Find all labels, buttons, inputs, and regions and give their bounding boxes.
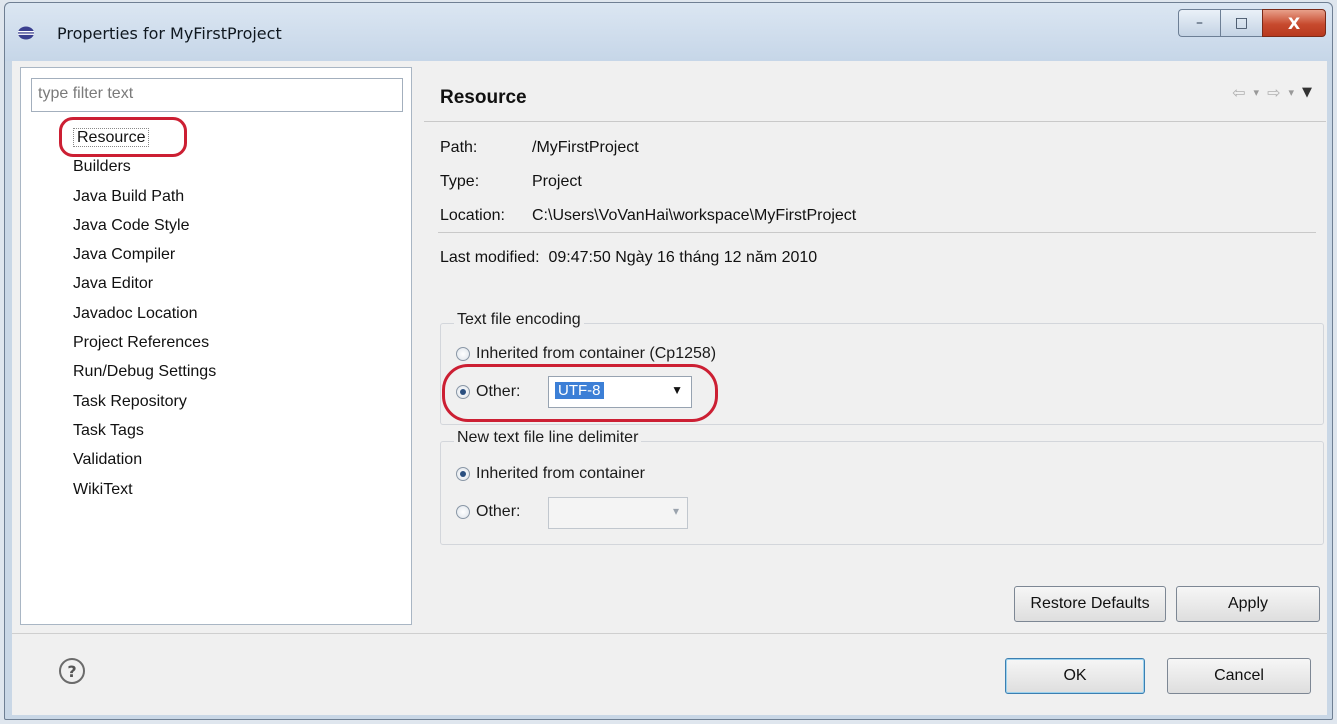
property-tree-pane: type filter text Resource Builders Java … bbox=[20, 67, 412, 625]
tree-item-javadoc-location[interactable]: Javadoc Location bbox=[73, 299, 216, 328]
type-value: Project bbox=[532, 173, 582, 190]
resource-highlight-annotation bbox=[59, 117, 187, 157]
filter-input[interactable]: type filter text bbox=[31, 78, 403, 112]
path-row: Path: /MyFirstProject bbox=[440, 139, 639, 157]
back-arrow-icon[interactable]: ⇦ bbox=[1232, 83, 1245, 102]
title-separator bbox=[424, 121, 1326, 122]
help-icon[interactable]: ? bbox=[59, 658, 85, 684]
radio-icon bbox=[456, 505, 470, 519]
cancel-button[interactable]: Cancel bbox=[1167, 658, 1311, 694]
maximize-button[interactable]: □ bbox=[1220, 9, 1262, 37]
tree-item-run-debug-settings[interactable]: Run/Debug Settings bbox=[73, 357, 216, 386]
ok-button[interactable]: OK bbox=[1005, 658, 1145, 694]
encoding-group-title: Text file encoding bbox=[454, 311, 584, 329]
tree-item-task-repository[interactable]: Task Repository bbox=[73, 387, 216, 416]
tree-item-java-code-style[interactable]: Java Code Style bbox=[73, 211, 216, 240]
minimize-button[interactable]: – bbox=[1178, 9, 1220, 37]
delimiter-combo[interactable]: ▾ bbox=[548, 497, 688, 529]
location-row: Location: C:\Users\VoVanHai\workspace\MyF… bbox=[440, 207, 856, 225]
delimiter-group-title: New text file line delimiter bbox=[454, 429, 642, 447]
encoding-inherited-label: Inherited from container (Cp1258) bbox=[476, 345, 717, 362]
tree-item-java-editor[interactable]: Java Editor bbox=[73, 269, 216, 298]
delimiter-other-radio[interactable]: Other: bbox=[456, 503, 520, 521]
delimiter-inherited-radio[interactable]: Inherited from container bbox=[456, 465, 645, 483]
tree-item-task-tags[interactable]: Task Tags bbox=[73, 416, 216, 445]
close-button[interactable]: X bbox=[1262, 9, 1326, 37]
tree-item-wikitext[interactable]: WikiText bbox=[73, 475, 216, 504]
radio-selected-icon bbox=[456, 467, 470, 481]
modified-label: Last modified: bbox=[440, 249, 540, 266]
restore-defaults-button[interactable]: Restore Defaults bbox=[1014, 586, 1166, 622]
tree-item-validation[interactable]: Validation bbox=[73, 445, 216, 474]
properties-dialog: Properties for MyFirstProject – □ X type… bbox=[4, 2, 1333, 720]
view-menu-icon[interactable]: ▼ bbox=[1302, 85, 1312, 100]
back-dropdown-icon[interactable]: ▾ bbox=[1254, 86, 1260, 99]
chevron-down-icon: ▾ bbox=[672, 504, 679, 518]
modified-value: 09:47:50 Ngày 16 tháng 12 năm 2010 bbox=[548, 249, 818, 266]
path-value: /MyFirstProject bbox=[532, 139, 639, 156]
encoding-inherited-radio[interactable]: Inherited from container (Cp1258) bbox=[456, 345, 716, 363]
tree-item-project-references[interactable]: Project References bbox=[73, 328, 216, 357]
location-value: C:\Users\VoVanHai\workspace\MyFirstProje… bbox=[532, 207, 857, 224]
location-label: Location: bbox=[440, 207, 505, 224]
title-bar: Properties for MyFirstProject – □ X bbox=[5, 3, 1332, 61]
delimiter-other-label: Other: bbox=[476, 503, 521, 520]
tree-item-java-compiler[interactable]: Java Compiler bbox=[73, 240, 216, 269]
forward-arrow-icon[interactable]: ⇨ bbox=[1267, 83, 1280, 102]
encoding-highlight-annotation bbox=[442, 364, 718, 422]
footer-separator bbox=[12, 633, 1327, 634]
tree-item-java-build-path[interactable]: Java Build Path bbox=[73, 182, 216, 211]
window-title: Properties for MyFirstProject bbox=[57, 24, 282, 43]
page-title: Resource bbox=[440, 87, 527, 108]
modified-row: Last modified: 09:47:50 Ngày 16 tháng 12… bbox=[440, 249, 817, 267]
info-separator bbox=[438, 232, 1316, 233]
radio-icon bbox=[456, 347, 470, 361]
delimiter-group bbox=[440, 441, 1324, 545]
delimiter-inherited-label: Inherited from container bbox=[476, 465, 645, 482]
eclipse-icon bbox=[18, 26, 34, 40]
path-label: Path: bbox=[440, 139, 478, 156]
type-label: Type: bbox=[440, 173, 480, 190]
dialog-body: type filter text Resource Builders Java … bbox=[12, 61, 1327, 715]
window-controls: – □ X bbox=[1178, 9, 1326, 37]
page-navigation: ⇦ ▾ ⇨ ▾ ▼ bbox=[1232, 83, 1312, 102]
forward-dropdown-icon[interactable]: ▾ bbox=[1288, 86, 1294, 99]
apply-button[interactable]: Apply bbox=[1176, 586, 1320, 622]
resource-page: Resource ⇦ ▾ ⇨ ▾ ▼ Path:/MyFirstProject … bbox=[424, 67, 1326, 625]
property-tree: Resource Builders Java Build Path Java C… bbox=[73, 123, 216, 504]
type-row: Type: Project bbox=[440, 173, 582, 191]
